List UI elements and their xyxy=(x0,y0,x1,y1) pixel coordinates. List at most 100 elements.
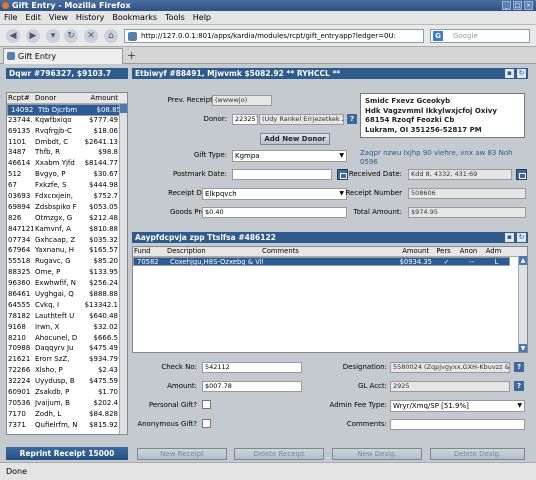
table-row[interactable]: 512 Bvgyo, P $30.67 xyxy=(7,169,127,180)
calendar-icon[interactable] xyxy=(516,169,527,180)
scroll-down-icon[interactable]: ▼ xyxy=(519,344,527,352)
table-row[interactable]: 3487 Thfb, R $98.8 xyxy=(7,147,127,158)
new-designation-button[interactable]: New Desig. xyxy=(332,448,422,460)
table-row[interactable]: 03693 Fdxcrxjein, $752.7 xyxy=(7,191,127,202)
col-description[interactable]: Description xyxy=(165,247,260,256)
col-amount[interactable]: Amount xyxy=(79,93,119,103)
goods-provided-field[interactable]: $0.40 xyxy=(202,207,347,218)
menu-edit[interactable]: Edit xyxy=(25,11,41,24)
table-row[interactable]: 72266 Xlsho, P $2.43 xyxy=(7,365,127,376)
designation-lookup-icon[interactable]: ? xyxy=(514,362,524,372)
gl-acct-field[interactable]: 2925 xyxy=(390,381,510,392)
menu-tools[interactable]: Tools xyxy=(165,11,185,24)
col-rcpt[interactable]: Rcpt# xyxy=(7,93,33,103)
minimize-icon[interactable]: _ xyxy=(502,1,511,10)
table-row[interactable]: 23744. Kqwfbxiqo $777.49 xyxy=(7,115,127,126)
table-row[interactable]: 96360 Exwhwfif, N $256.24 xyxy=(7,278,127,289)
maximize-icon[interactable]: □ xyxy=(513,1,522,10)
table-row[interactable]: 67964 Yaxnanu, H $165.57 xyxy=(7,245,127,256)
back-icon[interactable]: ◀ xyxy=(6,29,20,43)
menu-view[interactable]: View xyxy=(49,11,68,24)
dropdown-icon[interactable]: ▾ xyxy=(46,29,60,43)
table-row[interactable]: 86461 Uyghgai, Q $888.88 xyxy=(7,289,127,300)
comments-field[interactable] xyxy=(390,419,525,430)
reprint-receipt-button[interactable]: Reprint Receipt 15000 xyxy=(6,447,128,460)
table-row[interactable]: 78182 Lauthteft U $640.48 xyxy=(7,311,127,322)
table-row[interactable]: 69135 Rvqfrgjb-C $18.06 xyxy=(7,126,127,137)
personal-gift-checkbox[interactable] xyxy=(202,400,211,409)
table-row[interactable]: 9168 Irwn, X $32.02 xyxy=(7,322,127,333)
menu-help[interactable]: Help xyxy=(193,11,211,24)
table-row[interactable]: 70988 Daqqyrv Ju $475.49 xyxy=(7,343,127,354)
col-anon[interactable]: Anon xyxy=(456,247,481,256)
table-row[interactable]: 67 Fxkzfe, S $444.98 xyxy=(7,180,127,191)
home-icon[interactable]: ⌂ xyxy=(104,29,118,43)
rcpt-cell: 14092 xyxy=(11,105,34,114)
donor-name-field[interactable]: (Udy Rankel Errjezetkek Zu xyxy=(259,114,344,125)
col-amount[interactable]: Amount xyxy=(360,247,431,256)
table-row[interactable]: 14092 Ttb Djcrbm $08.85 xyxy=(7,103,123,116)
receipt-list-scrollbar[interactable] xyxy=(119,104,127,434)
refresh-icon[interactable]: ↻ xyxy=(517,233,526,242)
received-date-field[interactable]: Kdd 8, 4332, 431:69 xyxy=(408,169,512,180)
table-row[interactable]: 8210 Ahocunel, D $666.5 xyxy=(7,333,127,344)
delete-receipt-button[interactable]: Delete Receipt xyxy=(234,448,324,460)
new-receipt-button[interactable]: New Receipt xyxy=(137,448,227,460)
search-input[interactable]: G Google xyxy=(430,29,530,43)
menu-history[interactable]: History xyxy=(76,11,104,24)
table-row[interactable]: 46614 Xxabm Yjfd $8144.77 xyxy=(7,158,127,169)
reload-icon[interactable]: ↻ xyxy=(64,29,78,43)
table-row[interactable]: 07734 Gxhcaap, Z $035.32 xyxy=(7,235,127,246)
table-row[interactable]: 7170 Zodh, L $84.828 xyxy=(7,409,127,420)
receipt-number-field[interactable]: 508606 xyxy=(408,188,526,199)
table-row[interactable]: 826 Otmzgx, G $212.48 xyxy=(7,213,127,224)
new-tab-icon[interactable]: + xyxy=(127,49,136,62)
delete-designation-button[interactable]: Delete Desig. xyxy=(430,448,525,460)
receipt-desired-select[interactable]: Elkpqvch ▼ xyxy=(202,188,347,200)
table-row[interactable]: 1101 Dmbdt, C $2641.13 xyxy=(7,137,127,148)
col-donor[interactable]: Donor xyxy=(33,93,79,103)
amount-field[interactable]: $007.78 xyxy=(202,381,302,392)
gift-type-select[interactable]: Kgmpa ▼ xyxy=(232,150,347,162)
table-row[interactable]: 64555 Cvkq, I $13342.1 xyxy=(7,300,127,311)
donor-lookup-icon[interactable]: ? xyxy=(347,114,357,124)
col-comments[interactable]: Comments xyxy=(260,247,360,256)
scroll-up-icon[interactable]: ▲ xyxy=(519,256,527,265)
donor-id-field[interactable]: 223257 xyxy=(232,114,258,125)
col-fund[interactable]: Fund xyxy=(133,247,165,256)
postmark-field[interactable] xyxy=(232,169,332,180)
anonymous-gift-checkbox[interactable] xyxy=(202,419,211,428)
distribution-scrollbar[interactable]: ▲ ▼ xyxy=(518,256,527,352)
add-donor-button[interactable]: Add New Donor xyxy=(260,133,330,145)
table-row[interactable]: 847121 Kamvnf, A $810.88 xyxy=(7,224,127,235)
col-adm[interactable]: Adm xyxy=(481,247,506,256)
prev-receipt-field[interactable]: (wwwwjo) xyxy=(212,95,272,106)
tab-gift-entry[interactable]: Gift Entry xyxy=(3,48,123,64)
save-icon[interactable]: ▪ xyxy=(505,69,514,78)
refresh-icon[interactable]: ↻ xyxy=(517,69,526,78)
total-amount-field[interactable]: $974.95 xyxy=(408,207,526,218)
save-icon[interactable]: ▪ xyxy=(505,233,514,242)
table-row[interactable]: 88325 Ome, P $133.95 xyxy=(7,267,127,278)
col-pers[interactable]: Pers xyxy=(431,247,456,256)
table-row[interactable]: 60901 Zsakdb, P $1.70 xyxy=(7,387,127,398)
table-row[interactable]: 21621 Erorr SzZ, $934.79 xyxy=(7,354,127,365)
scroll-up-icon[interactable] xyxy=(120,104,127,113)
check-no-field[interactable]: 542112 xyxy=(202,362,302,373)
close-icon[interactable]: × xyxy=(524,1,533,10)
admin-fee-select[interactable]: Wryr/Xmq/SP [51.9%] ▼ xyxy=(390,400,525,412)
table-row[interactable]: 70536 Jvaijum, B $202.4 xyxy=(7,398,127,409)
table-row[interactable]: 70582 Coxehjgu,H8S-Ozxebg & Vitk $0934.35 ✓… xyxy=(133,256,510,266)
designation-field[interactable]: 5580024 (Zqpjvgyxx,GXH-Kbuvzz & xyxy=(390,362,510,373)
firefox-icon xyxy=(2,2,9,9)
table-row[interactable]: 69894 Zdsbspiko F $053.05 xyxy=(7,202,127,213)
menu-file[interactable]: File xyxy=(4,11,17,24)
forward-icon[interactable]: ▶ xyxy=(26,29,40,43)
table-row[interactable]: 55518 Rugavc, G $85.20 xyxy=(7,256,127,267)
url-bar[interactable]: http://127.0.0.1:801/apps/kardia/modules… xyxy=(124,29,424,43)
table-row[interactable]: 32224 Uyydusp, B $475.59 xyxy=(7,376,127,387)
gl-lookup-icon[interactable]: ? xyxy=(514,381,524,391)
stop-icon[interactable]: ✕ xyxy=(84,29,98,43)
table-row[interactable]: 7371 Qufielrfm, N $815.92 xyxy=(7,420,127,431)
menu-bookmarks[interactable]: Bookmarks xyxy=(112,11,157,24)
